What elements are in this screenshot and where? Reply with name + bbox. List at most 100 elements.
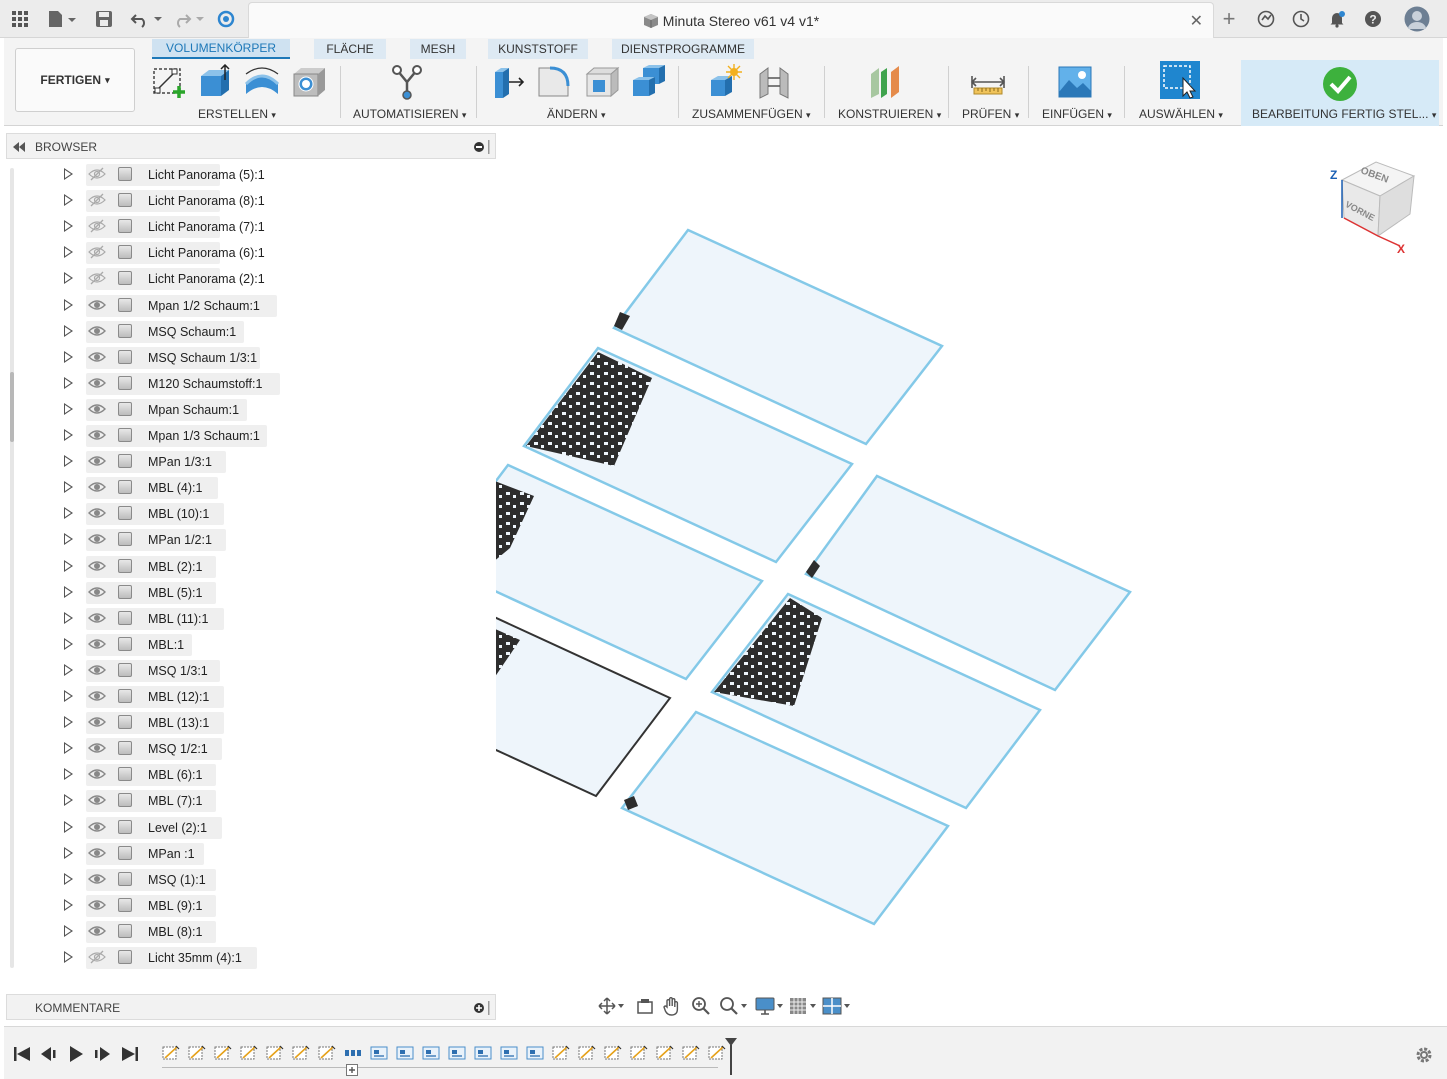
new-tab-plus-icon[interactable]: +	[1218, 6, 1240, 31]
timeline-feature-body-icon[interactable]	[526, 1045, 544, 1061]
browser-tree-item[interactable]: Mpan Schaum:1	[6, 398, 496, 422]
automate-icon[interactable]	[389, 64, 423, 100]
close-tab-icon[interactable]: ✕	[1190, 11, 1203, 31]
expand-arrow-icon[interactable]	[64, 924, 73, 937]
browser-tree-item[interactable]: MSQ (1):1	[6, 868, 496, 892]
timeline-feature-sketch-icon[interactable]	[604, 1045, 622, 1061]
eye-icon[interactable]	[88, 428, 106, 442]
expand-arrow-icon[interactable]	[64, 716, 73, 729]
finish-edit-label[interactable]: BEARBEITUNG FERTIG STEL... ▾	[1252, 107, 1436, 121]
eye-icon[interactable]	[88, 402, 106, 416]
browser-tree-item[interactable]: MBL:1	[6, 633, 496, 657]
expand-arrow-icon[interactable]	[64, 663, 73, 676]
grid-snaps-icon[interactable]	[789, 996, 819, 1021]
go-to-start-icon[interactable]	[12, 1046, 32, 1062]
help-icon[interactable]: ?	[1363, 7, 1383, 31]
browser-tree-item[interactable]: MSQ Schaum:1	[6, 320, 496, 344]
browser-tree-item[interactable]: MPan 1/3:1	[6, 450, 496, 474]
expand-arrow-icon[interactable]	[64, 194, 73, 207]
browser-tree-item[interactable]: Licht 35mm (4):1	[6, 946, 496, 970]
press-pull-icon[interactable]	[491, 64, 525, 98]
expand-arrow-icon[interactable]	[64, 246, 73, 259]
browser-tree-item[interactable]: Licht Panorama (2):1	[6, 267, 496, 291]
browser-tree-item[interactable]: MSQ Schaum 1/3:1	[6, 346, 496, 370]
tab-flaeche[interactable]: FLÄCHE	[314, 39, 386, 59]
timeline-feature-pattern-icon[interactable]	[344, 1045, 362, 1061]
comments-add-icon[interactable]	[473, 1001, 493, 1020]
viewcube[interactable]: OBEN VORNE Z X	[1322, 156, 1422, 256]
eye-hidden-icon[interactable]	[88, 167, 106, 181]
viewports-icon[interactable]	[822, 996, 852, 1021]
play-icon[interactable]	[66, 1046, 86, 1062]
expand-arrow-icon[interactable]	[64, 350, 73, 363]
eye-icon[interactable]	[88, 663, 106, 677]
extrude-icon[interactable]	[197, 63, 231, 98]
timeline-feature-sketch-icon[interactable]	[240, 1045, 258, 1061]
expand-arrow-icon[interactable]	[64, 272, 73, 285]
workspace-switcher[interactable]: FERTIGEN ▾	[15, 48, 135, 112]
expand-arrow-icon[interactable]	[64, 168, 73, 180]
expand-arrow-icon[interactable]	[64, 376, 73, 389]
notifications-bell-icon[interactable]	[1327, 7, 1347, 31]
redo-icon[interactable]	[172, 7, 206, 31]
browser-tree-item[interactable]: MBL (12):1	[6, 685, 496, 709]
eye-icon[interactable]	[88, 637, 106, 651]
group-zusammenfuegen[interactable]: ZUSAMMENFÜGEN ▾	[692, 107, 811, 121]
expand-arrow-icon[interactable]	[64, 690, 73, 702]
display-settings-icon[interactable]	[755, 996, 785, 1021]
timeline-settings-gear-icon[interactable]	[1414, 1045, 1434, 1071]
browser-tree-item[interactable]: Licht Panorama (6):1	[6, 241, 496, 265]
expand-arrow-icon[interactable]	[64, 611, 73, 624]
browser-tree-item[interactable]: MSQ 1/3:1	[6, 659, 496, 683]
eye-icon[interactable]	[88, 454, 106, 468]
expand-arrow-icon[interactable]	[64, 481, 73, 494]
expand-arrow-icon[interactable]	[64, 533, 73, 546]
expand-arrow-icon[interactable]	[64, 951, 73, 963]
browser-tree-item[interactable]: Mpan 1/3 Schaum:1	[6, 424, 496, 448]
expand-arrow-icon[interactable]	[64, 298, 73, 311]
user-avatar[interactable]	[1403, 6, 1431, 32]
tab-mesh[interactable]: MESH	[410, 39, 466, 59]
timeline-feature-sketch-icon[interactable]	[682, 1045, 700, 1061]
eye-hidden-icon[interactable]	[88, 950, 106, 964]
expand-arrow-icon[interactable]	[64, 768, 73, 781]
save-icon[interactable]	[94, 7, 114, 31]
browser-tree-item[interactable]: Mpan 1/2 Schaum:1	[6, 294, 496, 318]
expand-arrow-icon[interactable]	[64, 794, 73, 807]
timeline-feature-sketch-icon[interactable]	[318, 1045, 336, 1061]
finish-check-icon[interactable]	[1322, 66, 1358, 107]
browser-tree-item[interactable]: M120 Schaumstoff:1	[6, 372, 496, 396]
timeline-feature-body-icon[interactable]	[370, 1045, 388, 1061]
step-back-icon[interactable]	[39, 1046, 59, 1062]
expand-arrow-icon[interactable]	[64, 872, 73, 885]
expand-arrow-icon[interactable]	[64, 637, 73, 650]
eye-icon[interactable]	[88, 767, 106, 781]
eye-icon[interactable]	[88, 689, 106, 703]
browser-tree-item[interactable]: Level (2):1	[6, 816, 496, 840]
select-icon[interactable]	[1159, 60, 1201, 100]
hole-icon[interactable]	[291, 64, 325, 98]
finish-edit-group[interactable]: BEARBEITUNG FERTIG STEL... ▾	[1241, 60, 1439, 126]
step-forward-icon[interactable]	[93, 1046, 113, 1062]
eye-icon[interactable]	[88, 872, 106, 886]
zoom-window-icon[interactable]	[719, 996, 749, 1021]
browser-tree-item[interactable]: Licht Panorama (8):1	[6, 189, 496, 213]
eye-icon[interactable]	[88, 298, 106, 312]
browser-tree-item[interactable]: MBL (8):1	[6, 920, 496, 944]
browser-tree-item[interactable]: Licht Panorama (7):1	[6, 215, 496, 239]
expand-arrow-icon[interactable]	[64, 585, 73, 598]
eye-icon[interactable]	[88, 532, 106, 546]
joint-icon[interactable]	[756, 64, 790, 99]
expand-arrow-icon[interactable]	[64, 742, 73, 755]
eye-hidden-icon[interactable]	[88, 219, 106, 233]
expand-arrow-icon[interactable]	[64, 898, 73, 911]
browser-tree-item[interactable]: MSQ 1/2:1	[6, 737, 496, 761]
insert-image-icon[interactable]	[1057, 64, 1092, 98]
timeline-feature-sketch-icon[interactable]	[188, 1045, 206, 1061]
group-auswaehlen[interactable]: AUSWÄHLEN ▾	[1139, 107, 1223, 121]
browser-tree-item[interactable]: MBL (9):1	[6, 894, 496, 918]
tab-kunststoff[interactable]: KUNSTSTOFF	[488, 39, 588, 59]
new-component-icon[interactable]	[707, 64, 742, 98]
file-menu-icon[interactable]	[46, 7, 78, 31]
expand-arrow-icon[interactable]	[64, 455, 73, 468]
